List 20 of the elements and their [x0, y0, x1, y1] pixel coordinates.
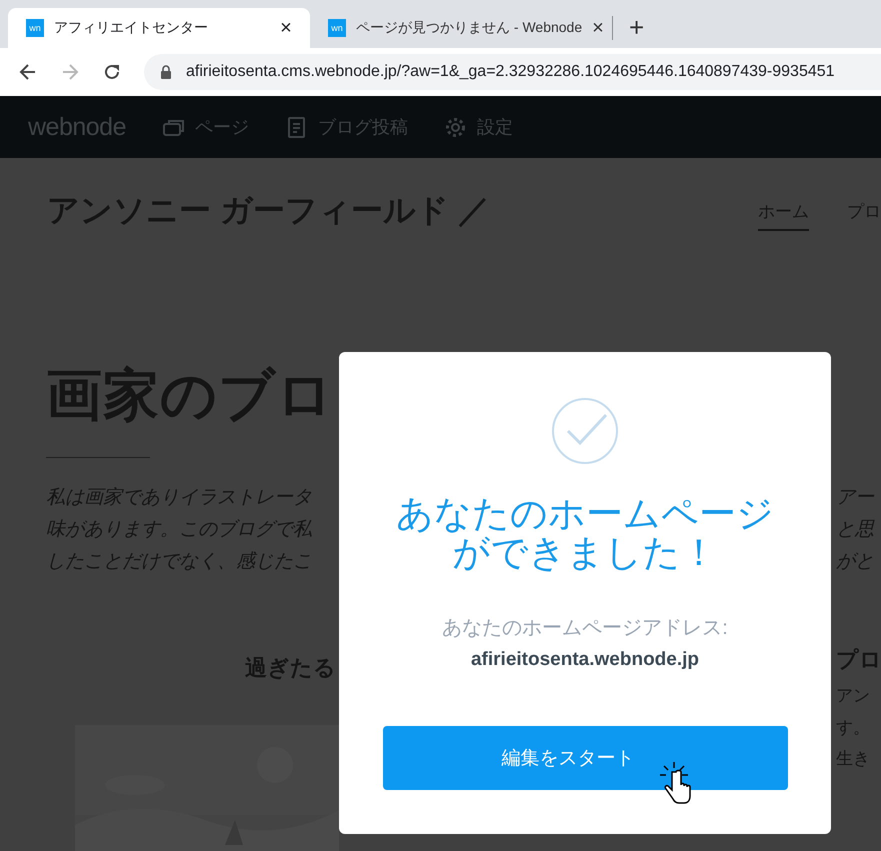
close-tab-button[interactable]: × [276, 18, 296, 38]
check-circle-icon [551, 397, 619, 465]
address-label: あなたのホームページアドレス: [442, 616, 728, 641]
tab-title: ページが見つかりません - Webnode [356, 19, 582, 37]
new-tab-button[interactable]: + [629, 14, 644, 40]
url-text: afirieitosenta.cms.webnode.jp/?aw=1&_ga=2.32932286.1024695446.1640897439-9935451 [186, 63, 835, 81]
browser-tab[interactable]: wn アフィリエイトセンター × [8, 8, 310, 48]
hand-cursor-icon [658, 762, 692, 804]
favicon: wn [26, 19, 44, 37]
close-tab-button[interactable]: × [592, 18, 604, 38]
address-bar[interactable]: afirieitosenta.cms.webnode.jp/?aw=1&_ga=2.32932286.1024695446.1640897439-9935451 [144, 54, 881, 90]
lock-icon [160, 65, 172, 79]
site-address: afirieitosenta.webnode.jp [470, 649, 700, 671]
settings-icon [444, 116, 467, 138]
reload-icon[interactable] [102, 62, 122, 82]
tab-title: アフィリエイトセンター [54, 19, 209, 37]
favicon: wn [328, 19, 346, 37]
dialog-title: あなたのホームページ ができました！ [396, 494, 774, 572]
back-icon[interactable] [18, 62, 38, 82]
browser-tab[interactable]: wn ページが見つかりません - Webnode × [310, 8, 612, 48]
